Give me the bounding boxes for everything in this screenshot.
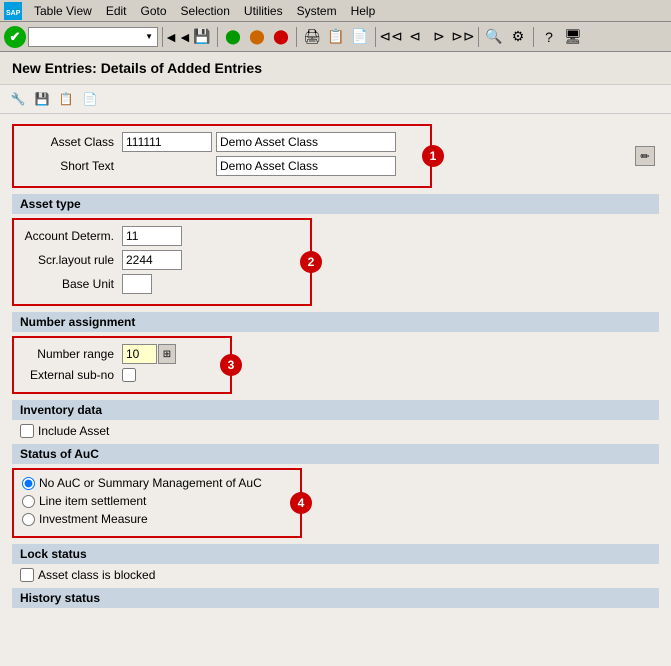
badge-2: 2 [300,251,322,273]
asset-class-code-input[interactable] [122,132,212,152]
sub-toolbar-btn-4[interactable]: 📄 [80,89,100,109]
radio-investment[interactable] [22,513,35,526]
menu-system[interactable]: System [291,2,343,20]
number-range-wrapper: ⊞ [122,344,176,364]
sub-toolbar: 🔧 💾 📋 📄 [0,85,671,114]
menu-help[interactable]: Help [345,2,382,20]
badge-3: 3 [220,354,242,376]
account-determ-label: Account Determ. [22,229,122,243]
badge-4: 4 [290,492,312,514]
menu-table-view[interactable]: Table View [28,2,98,20]
scr-layout-row: Scr.layout rule [22,250,302,270]
shortcut-button-2[interactable]: ⬤ [246,26,268,48]
separator-4 [375,27,376,47]
find-button[interactable]: 🔍 [483,26,505,48]
command-dropdown[interactable]: ▼ [28,27,158,47]
section-asset-type: Asset type [12,194,659,214]
radio-no-auc-label: No AuC or Summary Management of AuC [39,476,262,490]
asset-blocked-row: Asset class is blocked [12,568,659,582]
account-determ-row: Account Determ. [22,226,302,246]
print-button[interactable]: 🖨 [301,26,323,48]
help-button[interactable]: ? [538,26,560,48]
asset-blocked-label: Asset class is blocked [38,568,155,582]
green-check-button[interactable]: ✔ [4,26,26,48]
svg-text:SAP: SAP [6,10,21,17]
nav-back-button[interactable]: ◄◄ [167,26,189,48]
main-content: New Entries: Details of Added Entries 🔧 … [0,52,671,666]
menu-bar: SAP Table View Edit Goto Selection Utili… [0,0,671,22]
number-range-row: Number range ⊞ [22,344,222,364]
asset-class-row: Asset Class [22,132,422,152]
separator-6 [533,27,534,47]
menu-utilities[interactable]: Utilities [238,2,289,20]
save-button[interactable]: 💾 [191,26,213,48]
asset-class-name-input[interactable] [216,132,396,152]
settings-button[interactable]: ⚙ [507,26,529,48]
radio-no-auc[interactable] [22,477,35,490]
radio-line-item[interactable] [22,495,35,508]
separator-2 [217,27,218,47]
section-auc: Status of AuC [12,444,659,464]
external-subno-label: External sub-no [22,368,122,382]
asset-blocked-checkbox[interactable] [20,568,34,582]
separator-1 [162,27,163,47]
toolbar: ✔ ▼ ◄◄ 💾 ⬤ ⬤ ⬤ 🖨 📋 📄 ⊲⊲ ⊲ ⊳ ⊳⊳ 🔍 ⚙ ? 🖥 [0,22,671,52]
scr-layout-input[interactable] [122,250,182,270]
nav-prev[interactable]: ⊲ [404,26,426,48]
scr-layout-label: Scr.layout rule [22,253,122,267]
sub-toolbar-btn-2[interactable]: 💾 [32,89,52,109]
base-unit-row: Base Unit [22,274,302,294]
radio-investment-label: Investment Measure [39,512,148,526]
number-range-lookup-button[interactable]: ⊞ [158,344,176,364]
section-number-assignment: Number assignment [12,312,659,332]
monitor-button[interactable]: 🖥 [562,26,584,48]
shortcut-button-1[interactable]: ⬤ [222,26,244,48]
include-asset-checkbox[interactable] [20,424,34,438]
radio-no-auc-row: No AuC or Summary Management of AuC [22,476,292,490]
paste-button[interactable]: 📄 [349,26,371,48]
radio-line-item-row: Line item settlement [22,494,292,508]
short-text-row: Short Text [22,156,422,176]
section-inventory: Inventory data [12,400,659,420]
number-range-label: Number range [22,347,122,361]
page-title: New Entries: Details of Added Entries [0,52,671,85]
radio-investment-row: Investment Measure [22,512,292,526]
include-asset-label: Include Asset [38,424,109,438]
edit-icon-button[interactable]: ✏ [635,146,655,166]
chevron-down-icon: ▼ [145,32,153,41]
sub-toolbar-btn-1[interactable]: 🔧 [8,89,28,109]
menu-goto[interactable]: Goto [135,2,173,20]
account-determ-input[interactable] [122,226,182,246]
section-lock: Lock status [12,544,659,564]
sap-logo: SAP [4,2,22,20]
copy-button[interactable]: 📋 [325,26,347,48]
separator-5 [478,27,479,47]
nav-last[interactable]: ⊳⊳ [452,26,474,48]
nav-next[interactable]: ⊳ [428,26,450,48]
external-subno-checkbox[interactable] [122,368,136,382]
form-area: Asset Class Short Text 1 ✏ Asset type [0,114,671,618]
asset-class-label: Asset Class [22,135,122,149]
sub-toolbar-btn-3[interactable]: 📋 [56,89,76,109]
nav-first[interactable]: ⊲⊲ [380,26,402,48]
number-range-input[interactable] [122,344,157,364]
section-history: History status [12,588,659,608]
external-subno-row: External sub-no [22,368,222,382]
base-unit-label: Base Unit [22,277,122,291]
menu-edit[interactable]: Edit [100,2,133,20]
base-unit-input[interactable] [122,274,152,294]
shortcut-button-3[interactable]: ⬤ [270,26,292,48]
short-text-input[interactable] [216,156,396,176]
radio-line-item-label: Line item settlement [39,494,146,508]
short-text-label: Short Text [22,159,122,173]
include-asset-row: Include Asset [12,424,659,438]
badge-1: 1 [422,145,444,167]
menu-selection[interactable]: Selection [175,2,236,20]
separator-3 [296,27,297,47]
